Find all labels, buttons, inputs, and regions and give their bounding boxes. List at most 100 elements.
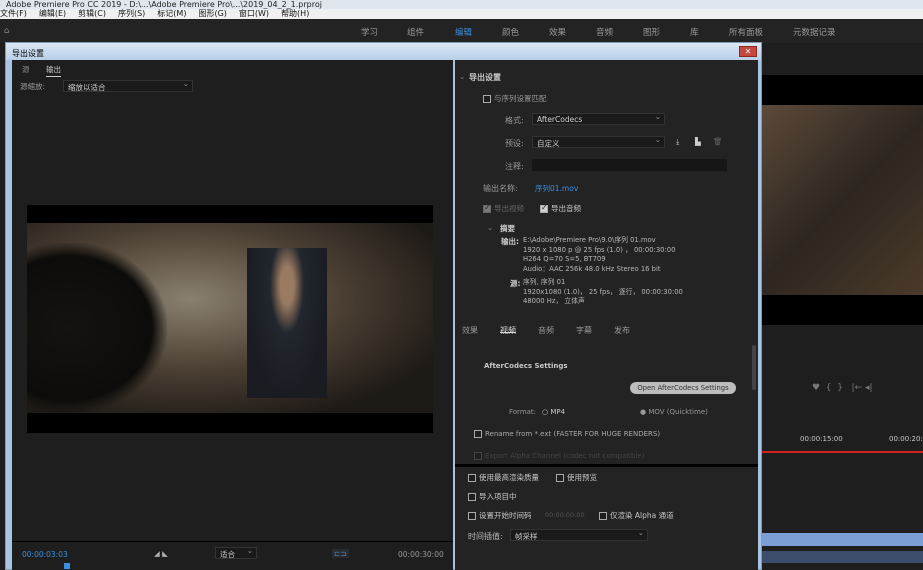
time-interp-dropdown[interactable]: 帧采样 [510,528,648,541]
output-audio: Audio：AAC 256k 48.0 kHz Stereo 16 bit [523,264,661,273]
set-in-out-icon[interactable]: ◢ ◣ [154,549,168,558]
start-tc-value[interactable]: 00:00:00:00 [545,511,585,519]
source-scale-dropdown[interactable]: 缩放以适合 [63,79,193,92]
scrollbar[interactable] [752,345,756,390]
menu-bar: 文件(F) 编辑(E) 剪辑(C) 序列(S) 标记(M) 图形(G) 窗口(W… [0,9,923,19]
set-start-tc-checkbox[interactable]: 设置开始时间码 [468,510,532,521]
radio-mov[interactable]: ● MOV (Quicktime) [640,408,708,416]
menu-file[interactable]: 文件(F) [0,9,27,19]
program-frame [762,105,923,295]
home-icon[interactable]: ⌂ [4,26,9,36]
menu-clip[interactable]: 剪辑(C) [78,9,106,19]
alpha-label: Export Alpha Channel (codec not compatib… [485,452,645,460]
output-codec: H264 Q=70 S=5, BT709 [523,255,606,263]
chevron-down-icon[interactable]: ⌄ [459,72,465,81]
source-name: 序列, 序列 01 [523,278,566,286]
delete-preset-icon[interactable]: 🗑 [713,137,723,146]
workspace-effects[interactable]: 效果 [549,26,566,38]
workspace-libraries[interactable]: 库 [690,26,699,38]
rename-label: Rename from *.ext (FASTER FOR HUGE RENDE… [485,430,661,438]
workspace-metadata[interactable]: 元数据记录 [793,26,836,38]
workspace-editing[interactable]: 编辑 [455,26,472,38]
tab-video[interactable]: 视频 [500,325,516,335]
timeline-tc-20: 00:00:20:0 [889,435,923,443]
menu-window[interactable]: 窗口(W) [239,9,269,19]
tab-source[interactable]: 源 [22,64,30,75]
format-radio-label: Format: [509,408,537,416]
summary-output-label: 输出: [501,237,519,246]
program-monitor [762,75,923,325]
open-aftercodecs-settings-button[interactable]: Open AfterCodecs Settings [630,382,736,394]
comments-label: 注释: [505,162,524,171]
source-scale-label: 源缩放: [20,82,46,91]
output-name-label: 输出名称: [483,184,518,193]
max-render-checkbox[interactable]: 使用最高渲染质量 [468,472,539,483]
workspace-bar: ⌂ 学习 组件 编辑 颜色 效果 音频 图形 库 所有面板 元数据记录 [0,19,923,43]
fit-dropdown[interactable]: 适合 [215,546,257,559]
export-settings-header[interactable]: 导出设置 [469,72,501,83]
menu-edit[interactable]: 编辑(E) [39,9,66,19]
workspace-audio[interactable]: 音频 [596,26,613,38]
match-sequence-label: 与序列设置匹配 [494,94,547,103]
marker-icon[interactable]: ♥ { } |← ◂| [812,383,873,393]
aftercodecs-header[interactable]: AfterCodecs Settings [484,362,568,370]
tab-captions[interactable]: 字幕 [576,325,592,335]
output-video: 1920 x 1080 p @ 25 fps (1.0) ， 00:00:30:… [523,245,676,254]
preview-frame [27,223,433,413]
app-title-bar: Adobe Premiere Pro CC 2019 - D:\...\Adob… [0,0,923,9]
settings-panel: 导出设置 ⌄ 与序列设置匹配 格式: AfterCodecs 预设: 自定义 ⤓… [455,60,758,570]
audio-clip[interactable] [762,551,923,563]
playhead[interactable] [64,563,70,569]
import-preset-icon[interactable]: ▙ [695,137,701,146]
workspace-all-panels[interactable]: 所有面板 [729,26,763,38]
format-dropdown[interactable]: AfterCodecs [532,112,665,125]
radio-mp4[interactable]: ○ MP4 [542,408,565,416]
tab-publish[interactable]: 发布 [614,325,630,335]
menu-sequence[interactable]: 序列(S) [118,9,145,19]
mp4-label: MP4 [550,408,566,416]
preset-dropdown[interactable]: 自定义 [532,135,665,148]
tab-output[interactable]: 输出 [46,64,61,77]
workspace-graphics[interactable]: 图形 [643,26,660,38]
background-panels: ♥ { } |← ◂| 00:00:15:00 00:00:20:0 [762,43,923,570]
divider [12,541,453,542]
close-button[interactable]: ✕ [739,46,757,57]
comments-input[interactable] [532,159,727,171]
match-sequence-checkbox[interactable]: 与序列设置匹配 [483,93,547,104]
import-project-label: 导入项目中 [479,492,517,501]
rename-checkbox[interactable]: Rename from *.ext (FASTER FOR HUGE RENDE… [474,430,660,438]
source-audio: 48000 Hz， 立体声 [523,297,585,305]
dialog-title: 导出设置 [6,43,761,60]
alpha-checkbox[interactable]: Export Alpha Channel (codec not compatib… [474,452,644,460]
import-project-checkbox[interactable]: 导入项目中 [468,491,517,502]
export-audio-checkbox[interactable]: 导出音频 [540,203,581,214]
timeline-tc-15: 00:00:15:00 [800,435,843,443]
export-video-checkbox[interactable]: 导出视频 [483,203,524,214]
person-foreground [27,243,167,413]
output-name-link[interactable]: 序列01.mov [535,183,578,194]
source-range-icon[interactable]: ⊏⊐ [332,549,349,558]
menu-help[interactable]: 帮助(H) [281,9,309,19]
tab-effects[interactable]: 效果 [462,325,478,335]
export-video-label: 导出视频 [494,204,524,213]
summary-source-label: 源: [510,279,521,288]
set-start-tc-label: 设置开始时间码 [479,511,532,520]
workspace-color[interactable]: 颜色 [502,26,519,38]
menu-graphics[interactable]: 图形(G) [198,9,226,19]
summary-chevron-icon[interactable]: ⌄ [487,223,493,232]
render-alpha-checkbox[interactable]: 仅渲染 Alpha 通道 [599,510,674,521]
current-timecode[interactable]: 00:00:03:03 [22,550,68,559]
tab-audio[interactable]: 音频 [538,325,554,335]
video-clip[interactable] [762,533,923,546]
time-interp-label: 时间插值: [468,532,503,541]
workspace-assembly[interactable]: 组件 [407,26,424,38]
timeline-work-area-bar [762,451,923,453]
use-previews-label: 使用预览 [567,473,597,482]
person-figure [247,248,327,398]
output-path: E:\Adobe\Premiere Pro\9.0\序列 01.mov [523,236,656,244]
save-preset-icon[interactable]: ⤓ [676,137,679,147]
summary-header: 摘要 [500,224,515,233]
menu-markers[interactable]: 标记(M) [157,9,186,19]
use-previews-checkbox[interactable]: 使用预览 [556,472,597,483]
workspace-learn[interactable]: 学习 [361,26,378,38]
